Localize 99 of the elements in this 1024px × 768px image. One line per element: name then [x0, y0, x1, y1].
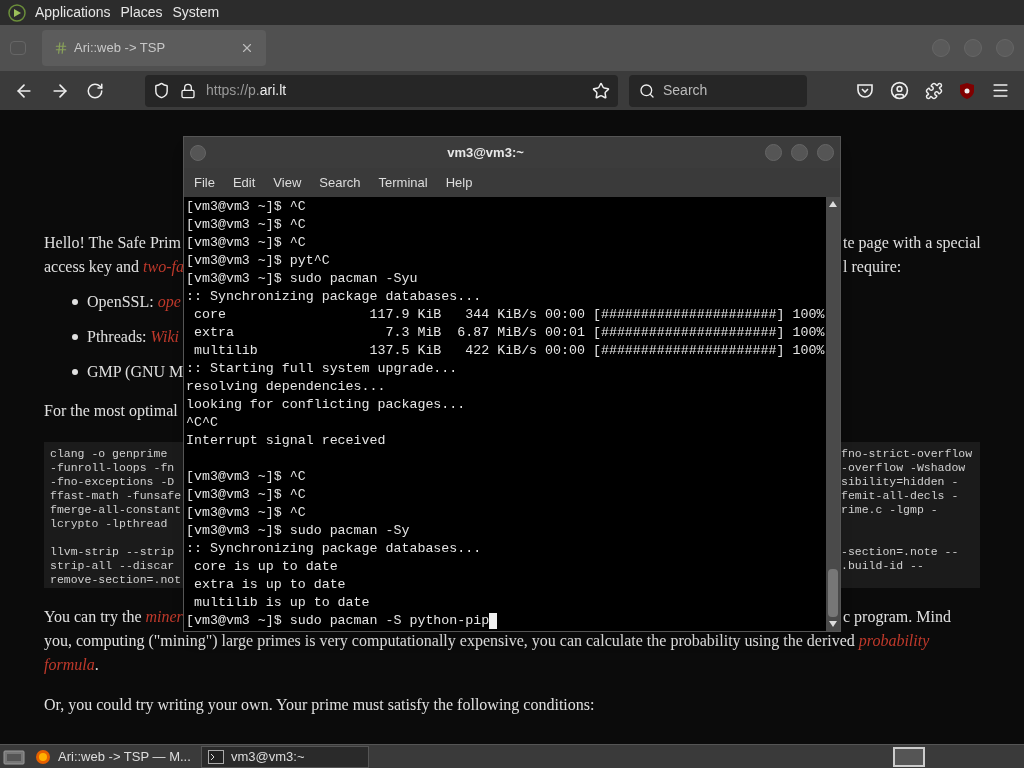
link[interactable]: ope: [157, 293, 181, 310]
extensions-icon[interactable]: [925, 81, 943, 100]
terminal-line: extra 7.3 MiB 6.87 MiB/s 00:01 [######################] 100%: [192, 324, 825, 342]
link[interactable]: probability: [858, 632, 930, 649]
window-title: vm3@vm3:~: [446, 143, 525, 162]
terminal-line: [vm3@vm3 ~]$ ^C: [186, 216, 306, 234]
link[interactable]: two-fa: [143, 258, 184, 275]
paragraph-text: c program. Mind: [842, 607, 951, 628]
terminal-line: multilib is up to date: [192, 594, 370, 612]
link[interactable]: miner: [145, 608, 183, 625]
paragraph-text: Or, you could try writing your own. Your prime must satisfy the following conditions:: [44, 696, 595, 713]
terminal-line: [vm3@vm3 ~]$ sudo pacman -Sy: [186, 522, 410, 540]
search-icon: [639, 82, 655, 99]
paragraph-text: GMP (GNU M: [87, 363, 184, 380]
menu-item[interactable]: Search: [313, 172, 367, 193]
terminal-line: [vm3@vm3 ~]$ ^C: [186, 234, 306, 252]
url-text: https://p.ari.lt: [206, 81, 288, 100]
terminal-line: :: Synchronizing package databases...: [186, 540, 482, 558]
code-line: fno-strict-overflow: [841, 447, 973, 461]
code-line: femit-all-decls -: [841, 489, 959, 503]
browser-tab[interactable]: Ari::web -> TSP: [42, 30, 266, 66]
code-line: sibility=hidden -: [841, 475, 959, 489]
menu-item[interactable]: Help: [439, 172, 479, 193]
terminal-line: :: Starting full system upgrade...: [186, 360, 458, 378]
search-field[interactable]: Search: [629, 74, 807, 107]
shield-icon[interactable]: [153, 82, 170, 99]
pocket-icon[interactable]: [856, 81, 874, 100]
bullet-icon: [72, 369, 78, 375]
code-line: -section=.note --: [841, 545, 959, 559]
terminal-line: core 117.9 KiB 344 KiB/s 00:00 [######################] 100%: [192, 306, 825, 324]
scrollbar-thumb[interactable]: [828, 569, 838, 617]
workspace-switcher[interactable]: [893, 746, 925, 767]
bullet-icon: [72, 334, 78, 340]
terminal-icon: [208, 749, 224, 764]
reload-icon[interactable]: [86, 81, 104, 100]
paragraph-text: l require:: [842, 257, 902, 278]
menu-item[interactable]: View: [267, 172, 308, 193]
code-line: ffast-math -funsafe: [50, 489, 182, 502]
link[interactable]: Wiki: [150, 328, 179, 345]
terminal-line: [vm3@vm3 ~]$ ^C: [186, 468, 306, 486]
menu-item[interactable]: Terminal: [372, 172, 434, 193]
terminal-line: ^C^C: [186, 414, 218, 432]
terminal-line: core is up to date: [192, 558, 338, 576]
code-line: remove-section=.not: [50, 573, 182, 586]
terminal-line: extra is up to date: [192, 576, 346, 594]
code-line: strip-all --discar: [50, 559, 175, 572]
bullet-icon: [72, 299, 78, 305]
lock-icon[interactable]: [180, 82, 196, 99]
paragraph-text: OpenSSL:: [87, 293, 155, 310]
terminal-line: [vm3@vm3 ~]$ sudo pacman -Syu: [186, 270, 418, 288]
paragraph-text: .: [94, 656, 99, 673]
code-line: llvm-strip --strip: [50, 545, 175, 558]
paragraph-text: You can try the: [44, 608, 143, 625]
logo-icon[interactable]: [8, 3, 26, 22]
scrollbar[interactable]: [826, 197, 840, 631]
code-line: -funroll-loops -fn: [50, 461, 175, 474]
account-icon[interactable]: [890, 81, 909, 100]
terminal-line: [vm3@vm3 ~]$ ^C: [186, 486, 306, 504]
paragraph-text: For the most optimal: [44, 402, 178, 419]
code-line: .build-id --: [841, 559, 924, 573]
code-line: -fno-exceptions -D: [50, 475, 175, 488]
code-line: rime.c -lgmp -: [841, 503, 938, 517]
shield-icon[interactable]: [959, 81, 975, 100]
paragraph-text: you, computing ("mining") large primes is very computationally expensive, you can calculate the probability using the derived: [44, 632, 856, 649]
paragraph-text: access key and: [44, 258, 141, 275]
text-cursor: [489, 613, 498, 629]
code-line: fmerge-all-constant: [50, 503, 182, 516]
close-icon[interactable]: [240, 41, 254, 55]
menu-icon[interactable]: [991, 81, 1010, 100]
terminal-line: looking for conflicting packages...: [186, 396, 466, 414]
taskbar-item[interactable]: Ari::web -> TSP — M...: [29, 745, 197, 768]
taskbar-item[interactable]: vm3@vm3:~: [201, 745, 369, 768]
paragraph-text: te page with a special: [842, 233, 981, 254]
menu-item[interactable]: File: [188, 172, 221, 193]
panel-menu[interactable]: Places: [119, 2, 164, 23]
terminal-line: [vm3@vm3 ~]$ ^C: [186, 198, 306, 216]
terminal-line: Interrupt signal received: [186, 432, 386, 450]
terminal-line: multilib 137.5 KiB 422 KiB/s 00:00 [######################] 100%: [192, 342, 825, 360]
scroll-up-icon[interactable]: [829, 201, 837, 207]
url-field[interactable]: https://p.ari.lt: [145, 74, 618, 107]
terminal-line: :: Synchronizing package databases...: [186, 288, 482, 306]
star-icon[interactable]: [592, 81, 610, 100]
paragraph-text: Hello! The Safe Prim: [44, 234, 181, 251]
terminal-line: [vm3@vm3 ~]$ ^C: [186, 504, 306, 522]
panel-menu[interactable]: Applications: [34, 2, 112, 23]
code-line: lcrypto -lpthread: [50, 517, 168, 530]
code-line: clang -o genprime: [50, 447, 168, 460]
paragraph-text: Pthreads:: [87, 328, 148, 345]
code-line: -overflow -Wshadow: [841, 461, 966, 475]
terminal-line: [vm3@vm3 ~]$ sudo pacman -S python-pip: [186, 612, 490, 630]
terminal-line: resolving dependencies...: [186, 378, 386, 396]
terminal-line: [vm3@vm3 ~]$ pyt^C: [186, 252, 330, 270]
menu-item[interactable]: Edit: [226, 172, 262, 193]
panel-menu[interactable]: System: [171, 2, 221, 23]
hash-icon: [54, 41, 68, 55]
scroll-down-icon[interactable]: [829, 621, 837, 627]
link[interactable]: formula: [44, 656, 95, 673]
show-desktop-icon[interactable]: [3, 747, 25, 766]
browser-icon: [35, 748, 51, 765]
